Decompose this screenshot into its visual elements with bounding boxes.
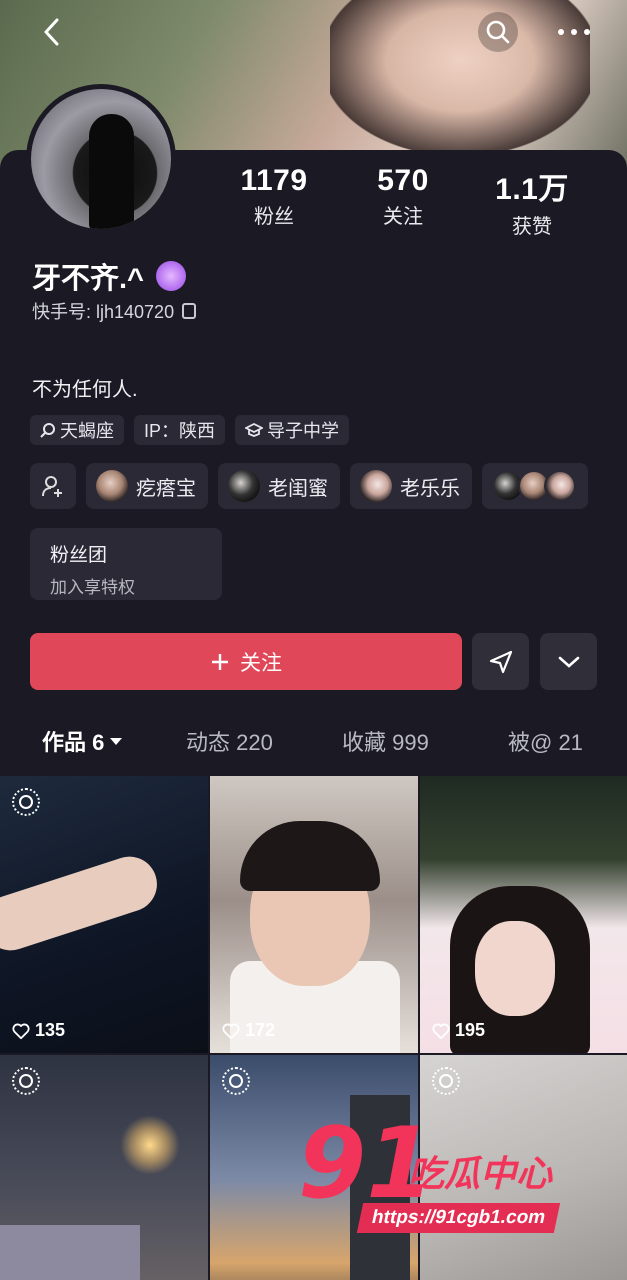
heart-icon — [222, 1023, 240, 1039]
tag-zodiac[interactable]: 天蝎座 — [30, 415, 124, 445]
username: 牙不齐.^ — [32, 263, 144, 295]
stat-label: 粉丝 — [254, 206, 294, 228]
message-button[interactable] — [472, 633, 529, 690]
back-icon — [44, 18, 59, 46]
stat-following[interactable]: 570 关注 — [353, 164, 453, 229]
fan-club-subtitle: 加入享特权 — [50, 578, 135, 597]
back-button[interactable] — [32, 12, 72, 52]
heart-icon — [432, 1023, 450, 1039]
watermark-brand: 吃瓜中心 — [408, 1153, 553, 1194]
live-icon — [12, 1067, 40, 1095]
stat-likes[interactable]: 1.1万 获赞 — [482, 164, 582, 239]
add-friend-icon — [42, 476, 62, 497]
like-value: 172 — [245, 1020, 276, 1040]
search-tag-icon — [40, 423, 55, 438]
video-thumbnail[interactable]: 172 — [210, 776, 418, 1053]
video-thumbnail[interactable]: 195 — [420, 776, 627, 1053]
more-icon — [558, 29, 590, 35]
bio: 不为任何人. — [32, 379, 138, 401]
friend-name: 老闺蜜 — [268, 477, 328, 500]
like-value: 135 — [35, 1020, 66, 1040]
more-button[interactable] — [554, 12, 594, 52]
stat-fans[interactable]: 1179 粉丝 — [224, 164, 324, 229]
profile-name: 牙不齐.^ — [32, 255, 186, 297]
tab-works[interactable]: 作品 6 — [42, 725, 123, 757]
like-count: 172 — [222, 1020, 275, 1041]
caret-down-icon — [110, 737, 123, 745]
fan-club-title: 粉丝团 — [50, 545, 108, 566]
friends-row: 疙瘩宝 老闺蜜 老乐乐 — [30, 463, 627, 509]
friend-avatar — [360, 470, 392, 502]
stat-value: 1179 — [240, 164, 308, 197]
tab-label: 被@ 21 — [508, 730, 583, 755]
follow-button[interactable]: 关注 — [30, 633, 462, 690]
tag-label: 导子中学 — [267, 421, 340, 441]
avatar[interactable] — [26, 84, 176, 234]
friend-chip[interactable]: 疙瘩宝 — [86, 463, 208, 509]
like-value: 195 — [455, 1020, 486, 1040]
plus-icon — [212, 653, 228, 670]
more-actions-button[interactable] — [540, 633, 597, 690]
user-id: 快手号: ljh140720 — [32, 298, 197, 324]
stat-value: 570 — [377, 164, 429, 197]
cover-photo — [330, 0, 590, 150]
chevron-down-icon — [558, 656, 579, 668]
friend-name: 老乐乐 — [400, 477, 460, 500]
verified-badge-icon[interactable] — [156, 261, 186, 291]
content-tabs: 作品 6 动态 220 收藏 999 被@ 21 — [0, 725, 627, 765]
user-id-text: 快手号: ljh140720 — [32, 302, 175, 322]
like-count: 135 — [12, 1020, 65, 1041]
video-thumbnail[interactable] — [0, 1055, 208, 1280]
stat-value: 1.1万 — [495, 173, 569, 206]
friend-name: 疙瘩宝 — [136, 477, 196, 500]
add-friend-button[interactable] — [30, 463, 76, 509]
tag-label: IP：陕西 — [144, 421, 216, 441]
live-icon — [12, 788, 40, 816]
friend-avatar — [96, 470, 128, 502]
tab-mentions[interactable]: 被@ 21 — [508, 725, 583, 757]
copy-icon[interactable] — [182, 303, 197, 319]
stat-label: 获赞 — [512, 216, 552, 238]
search-icon — [486, 20, 510, 44]
friend-avatar — [228, 470, 260, 502]
live-icon — [222, 1067, 250, 1095]
tab-label: 作品 6 — [42, 730, 105, 755]
friend-group-chip[interactable] — [482, 463, 588, 509]
tab-moments[interactable]: 动态 220 — [186, 725, 273, 757]
like-count: 195 — [432, 1020, 485, 1041]
stat-label: 关注 — [383, 206, 423, 228]
tag-label: 天蝎座 — [60, 421, 114, 441]
fan-club-card[interactable]: 粉丝团 加入享特权 — [30, 528, 222, 600]
tab-label: 收藏 999 — [342, 730, 429, 755]
watermark: 91 吃瓜中心 https://91cgb1.com — [298, 1115, 598, 1235]
tab-favorites[interactable]: 收藏 999 — [342, 725, 429, 757]
share-icon — [489, 650, 512, 673]
tag-school[interactable]: 导子中学 — [235, 415, 350, 445]
friend-chip[interactable]: 老闺蜜 — [218, 463, 340, 509]
watermark-url: https://91cgb1.com — [356, 1203, 561, 1233]
tag-ip: IP：陕西 — [134, 415, 226, 445]
profile-tags: 天蝎座 IP：陕西 导子中学 — [30, 415, 350, 445]
video-thumbnail[interactable]: 135 — [0, 776, 208, 1053]
friend-chip[interactable]: 老乐乐 — [350, 463, 472, 509]
school-icon — [245, 422, 264, 437]
heart-icon — [12, 1023, 30, 1039]
live-icon — [432, 1067, 460, 1095]
tab-label: 动态 220 — [186, 730, 273, 755]
friend-avatar-stack — [492, 470, 576, 502]
search-button[interactable] — [478, 12, 518, 52]
follow-label: 关注 — [240, 651, 282, 675]
